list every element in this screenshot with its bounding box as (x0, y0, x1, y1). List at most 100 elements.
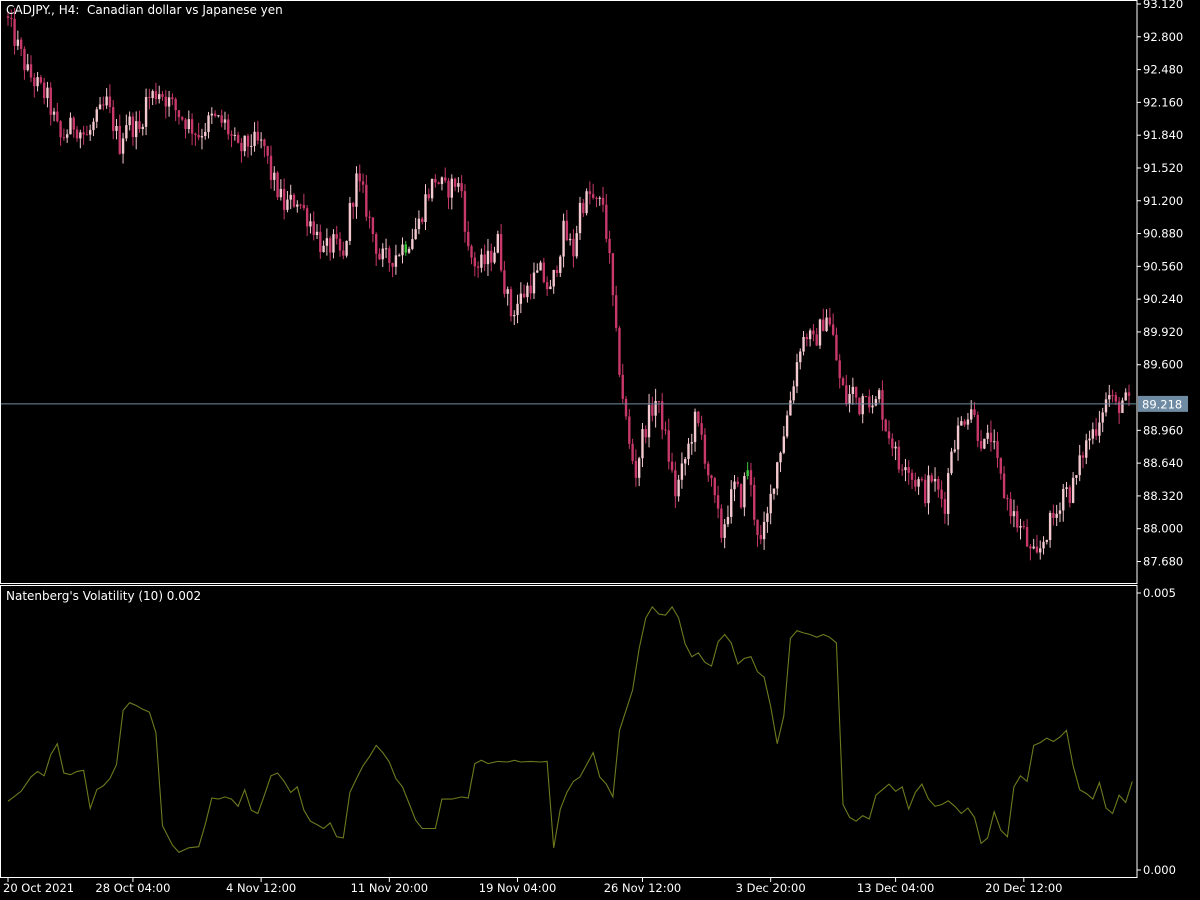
candle-body (641, 429, 644, 459)
candle-body (1019, 526, 1022, 528)
candle-body (549, 286, 552, 290)
candle-body (970, 409, 973, 420)
candle-body (785, 415, 789, 437)
candle-body (917, 479, 920, 487)
candle-body (854, 386, 858, 398)
candle-body (1094, 429, 1098, 436)
candle-body (332, 234, 335, 253)
candle-body (900, 469, 904, 471)
candle-body (276, 172, 279, 198)
candle-body (1025, 527, 1029, 547)
candle-body (963, 421, 966, 425)
candle-body (49, 87, 52, 115)
candle-body (424, 194, 427, 222)
candle-body (13, 18, 16, 46)
candle-body (296, 204, 299, 207)
candle-body (75, 129, 79, 139)
candle-body (128, 116, 131, 126)
candle-body (1055, 513, 1058, 518)
time-axis: 20 Oct 2021 28 Oct 04:00 4 Nov 12:00 11 Nov… (3, 878, 1062, 895)
candle-body (887, 431, 891, 439)
chart-title: CADJPY., H4: Canadian dollar vs Japanese… (6, 3, 283, 17)
candle-body (467, 231, 470, 247)
candle-body (687, 443, 690, 460)
candle-body (976, 414, 979, 441)
candle-body (240, 142, 243, 152)
candle-body (716, 495, 720, 509)
candle-body (1108, 395, 1111, 400)
candle (739, 483, 743, 509)
candle-body (933, 478, 937, 482)
candle-body (427, 194, 430, 199)
candle-body (536, 270, 539, 273)
candle-body (335, 234, 338, 239)
candle-body (453, 178, 457, 187)
candle-body (841, 378, 845, 386)
candle-body (138, 121, 141, 130)
candle-body (545, 282, 549, 290)
candle-body (351, 203, 355, 207)
chart-canvas: 89.218 93.120 92.800 92.480 92.160 91.840 91.… (0, 0, 1200, 900)
candle-body (65, 134, 69, 138)
candle-body (542, 262, 546, 283)
candle-body (831, 324, 835, 335)
candle-body (480, 254, 483, 268)
y-tick-label: 92.160 (1143, 95, 1183, 109)
candle-body (868, 396, 871, 408)
candle-body (664, 429, 667, 431)
candle-body (799, 351, 802, 363)
y-tick-label: 93.120 (1143, 0, 1183, 11)
candle-body (269, 155, 273, 180)
candle-body (726, 516, 730, 525)
candle-body (598, 197, 601, 199)
candle-body (858, 397, 861, 415)
candle-body (256, 131, 260, 141)
candle (858, 397, 861, 416)
candle-body (358, 173, 361, 182)
candle-body (213, 113, 217, 116)
candle-body (526, 285, 529, 298)
candle-body (190, 119, 194, 134)
candle-body (697, 411, 700, 424)
candle-body (989, 432, 993, 443)
candle-body (815, 334, 818, 346)
candle-body (167, 97, 171, 107)
candle-body (374, 234, 378, 254)
candle-body (463, 191, 467, 232)
candle-body (401, 244, 404, 256)
candle-body (62, 137, 66, 139)
candle-body (920, 479, 924, 481)
candle-body (753, 484, 756, 520)
candle-body (812, 330, 815, 335)
candle-body (253, 131, 256, 146)
candle-body (1091, 429, 1095, 439)
candle-body (746, 470, 749, 477)
candle-body (88, 130, 92, 135)
candle-body (555, 269, 559, 273)
candle-body (591, 194, 595, 198)
candle-body (361, 181, 365, 185)
candle-body (1088, 438, 1091, 441)
candle-body (904, 467, 907, 471)
candle-body (983, 438, 986, 449)
candle-body (121, 138, 125, 154)
candle-body (421, 218, 424, 222)
candle-body (637, 458, 641, 478)
candle-body (588, 191, 592, 195)
candle-body (263, 139, 266, 147)
candle-body (407, 248, 411, 253)
candle-body (506, 289, 509, 294)
candle-body (19, 39, 23, 49)
candle-body (973, 409, 976, 415)
candle-body (319, 231, 322, 253)
candle-body (766, 513, 769, 522)
candle-body (808, 330, 812, 340)
candle-body (184, 119, 187, 130)
candle-body (499, 234, 503, 271)
candle (348, 196, 352, 246)
candle-body (338, 238, 342, 251)
candle (720, 504, 723, 543)
candle-body (59, 121, 62, 138)
candle-body (486, 250, 490, 265)
candle-body (667, 430, 670, 462)
